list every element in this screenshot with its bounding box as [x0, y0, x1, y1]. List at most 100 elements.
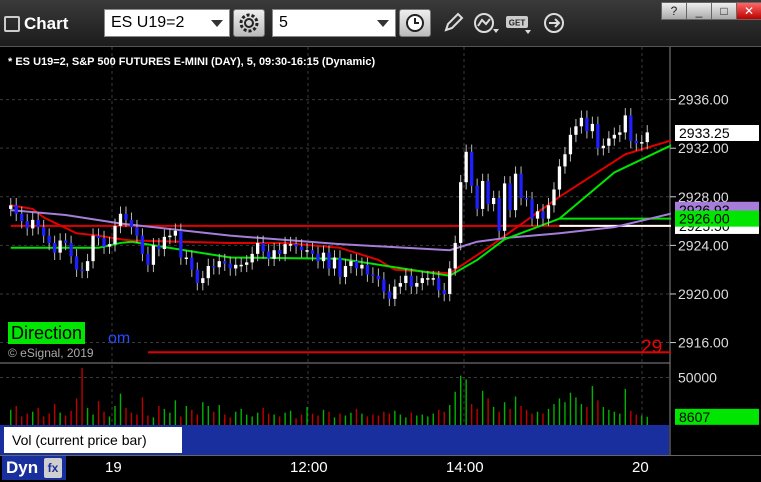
candle-body: [245, 262, 249, 265]
candle-body: [475, 185, 479, 209]
price-tick-label: 2936.00: [678, 92, 729, 108]
get-data-button[interactable]: GET: [505, 9, 533, 37]
candle-body: [354, 261, 359, 269]
candle-body: [453, 242, 457, 269]
price-tick-label: 2916.00: [678, 335, 729, 351]
candle-body: [184, 257, 188, 260]
candle-body: [579, 117, 584, 127]
candle-body: [332, 257, 337, 269]
price-tick-label: 2920.00: [678, 286, 729, 302]
price-chart[interactable]: 2936.002932.002928.002924.002920.002916.…: [0, 47, 761, 455]
candle-body: [217, 261, 221, 268]
chart-window-icon: [4, 16, 20, 32]
candle-body: [557, 166, 562, 190]
candle-body: [146, 253, 150, 265]
candle-body: [91, 235, 95, 262]
arrow-circle-icon: [544, 13, 564, 33]
close-button[interactable]: ✕: [736, 2, 761, 20]
help-button[interactable]: ?: [661, 2, 687, 20]
candle-body: [360, 264, 364, 269]
maximize-button[interactable]: □: [711, 2, 737, 20]
candle-body: [502, 183, 507, 231]
candle-body: [310, 250, 315, 254]
candle-body: [464, 151, 468, 183]
candle-body: [508, 183, 512, 211]
volume-study-label[interactable]: Vol (current price bar): [4, 427, 182, 453]
candle-body: [596, 123, 600, 149]
interval-dropdown[interactable]: 5: [272, 9, 396, 37]
candle-body: [80, 269, 84, 272]
get-icon-text: GET: [509, 19, 526, 28]
minimize-button[interactable]: _: [686, 2, 712, 20]
candle-body: [266, 251, 271, 259]
candle-body: [173, 230, 178, 236]
candle-body: [316, 253, 320, 262]
candle-body: [31, 219, 35, 229]
candle-body: [634, 140, 638, 144]
candle-body: [612, 134, 616, 139]
candle-body: [437, 278, 441, 291]
candle-body: [519, 173, 523, 198]
volume-tick-label: 50000: [678, 370, 717, 386]
candle-body: [261, 242, 265, 252]
candle-body: [563, 154, 567, 167]
candle-body: [552, 189, 556, 206]
candle-body: [256, 242, 260, 254]
candle-body: [74, 256, 79, 270]
candle-body: [645, 132, 649, 143]
candle-body: [288, 244, 293, 246]
candle-body: [113, 225, 117, 245]
chevron-down-icon: [377, 19, 389, 27]
price-tick-label: 2932.00: [678, 140, 729, 156]
time-label-1200: 12:00: [290, 459, 328, 476]
candle-body: [480, 180, 485, 209]
candle-body: [321, 252, 326, 262]
candle-body: [305, 250, 309, 252]
price-tick-label: 2924.00: [678, 237, 729, 253]
time-button[interactable]: [399, 9, 431, 37]
candle-body: [486, 180, 490, 205]
close-icon[interactable]: x: [171, 428, 178, 443]
chart-background: [0, 47, 670, 455]
candle-body: [530, 199, 534, 219]
candle-body: [371, 274, 375, 277]
candle-body: [568, 134, 573, 155]
candle-body: [431, 278, 435, 280]
time-label-20: 20: [632, 459, 649, 476]
candle-body: [9, 205, 13, 209]
candle-body: [36, 219, 40, 228]
pencil-icon: [444, 12, 464, 32]
candle-body: [343, 266, 348, 277]
study-curve-icon: [474, 13, 499, 33]
candle-body: [179, 230, 183, 258]
price-flag-label: 2933.25: [679, 125, 730, 141]
link-button[interactable]: [540, 9, 568, 37]
formula-icon[interactable]: fx: [44, 458, 62, 478]
candle-body: [294, 244, 298, 247]
candle-body: [277, 250, 282, 254]
candle-body: [42, 227, 46, 236]
candle-body: [168, 235, 172, 238]
candle-body: [107, 244, 112, 247]
candle-body: [387, 291, 392, 299]
candle-body: [47, 235, 51, 243]
candle-body: [140, 235, 145, 254]
partial-label: om: [108, 330, 131, 347]
candle-body: [382, 279, 386, 292]
candle-body: [151, 245, 156, 265]
candle-body: [190, 257, 194, 270]
symbol-dropdown[interactable]: ES U19=2: [104, 9, 230, 37]
candle-body: [415, 283, 419, 287]
candle-body: [618, 132, 622, 135]
candle-body: [162, 236, 167, 250]
settings-button[interactable]: [233, 9, 265, 37]
studies-button[interactable]: [472, 9, 500, 37]
candle-body: [585, 117, 589, 132]
candle-body: [63, 240, 68, 243]
candle-body: [14, 205, 18, 214]
chart-header: * ES U19=2, S&P 500 FUTURES E-MINI (DAY)…: [8, 56, 376, 68]
draw-tool-button[interactable]: [439, 9, 467, 37]
candle-body: [212, 266, 216, 268]
candle-body: [513, 173, 518, 211]
candle-body: [25, 221, 29, 229]
